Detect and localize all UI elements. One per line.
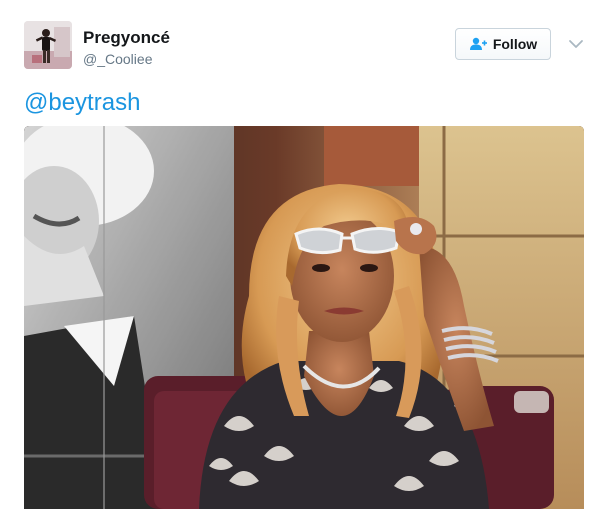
tweet-photo[interactable] bbox=[24, 126, 584, 509]
tweet-photo-icon bbox=[24, 126, 584, 509]
avatar[interactable] bbox=[24, 21, 72, 69]
display-name[interactable]: Pregyoncé bbox=[83, 28, 170, 48]
chevron-down-icon[interactable] bbox=[568, 37, 584, 51]
follow-button[interactable]: Follow bbox=[455, 28, 551, 60]
avatar-photo-icon bbox=[24, 21, 72, 69]
screen-name[interactable]: @_Cooliee bbox=[83, 50, 152, 68]
follow-label: Follow bbox=[492, 36, 538, 52]
tweet-card: Pregyoncé @_Cooliee Follow @beytrash bbox=[0, 0, 610, 509]
tweet-text-mention-link[interactable]: @beytrash bbox=[24, 88, 140, 118]
add-user-icon bbox=[469, 37, 487, 51]
